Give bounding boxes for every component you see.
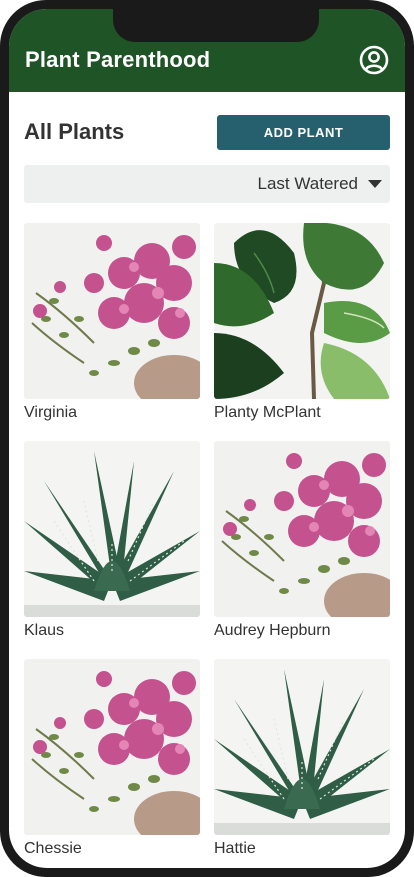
plant-grid: Virginia Planty McPlant Klaus Audrey Hep…: [24, 223, 390, 868]
plant-card[interactable]: Audrey Hepburn: [214, 441, 390, 659]
plant-card[interactable]: Klaus: [24, 441, 200, 659]
plant-photo: [24, 659, 200, 835]
plant-name: Virginia: [24, 404, 78, 421]
plant-photo: [214, 223, 390, 399]
plant-name: Hattie: [214, 840, 256, 857]
page-title: All Plants: [24, 119, 125, 144]
app-screen: Plant Parenthood All Plants ADD PLANT La…: [9, 9, 405, 868]
plant-card[interactable]: Planty McPlant: [214, 223, 390, 441]
list-toolbar: All Plants ADD PLANT: [24, 114, 390, 150]
profile-button[interactable]: [358, 44, 390, 76]
plant-name: Klaus: [24, 622, 65, 639]
plant-card[interactable]: Virginia: [24, 223, 200, 441]
sort-dropdown[interactable]: Last Watered: [24, 165, 390, 203]
caret-down-icon: [368, 180, 382, 188]
plant-card[interactable]: Chessie: [24, 659, 200, 868]
plant-name: Planty McPlant: [214, 404, 321, 421]
app-title: Plant Parenthood: [25, 46, 211, 72]
plant-photo: [24, 441, 200, 617]
plant-card[interactable]: Hattie: [214, 659, 390, 868]
plant-photo: [24, 223, 200, 399]
device-notch: [113, 9, 319, 42]
plant-name: Audrey Hepburn: [214, 622, 331, 639]
plant-photo: [214, 441, 390, 617]
sort-selected-value: Last Watered: [257, 174, 358, 193]
plant-name: Chessie: [24, 840, 82, 857]
add-plant-button[interactable]: ADD PLANT: [217, 114, 390, 150]
plant-photo: [214, 659, 390, 835]
user-circle-icon: [359, 45, 389, 74]
phone-frame: Plant Parenthood All Plants ADD PLANT La…: [0, 0, 414, 877]
